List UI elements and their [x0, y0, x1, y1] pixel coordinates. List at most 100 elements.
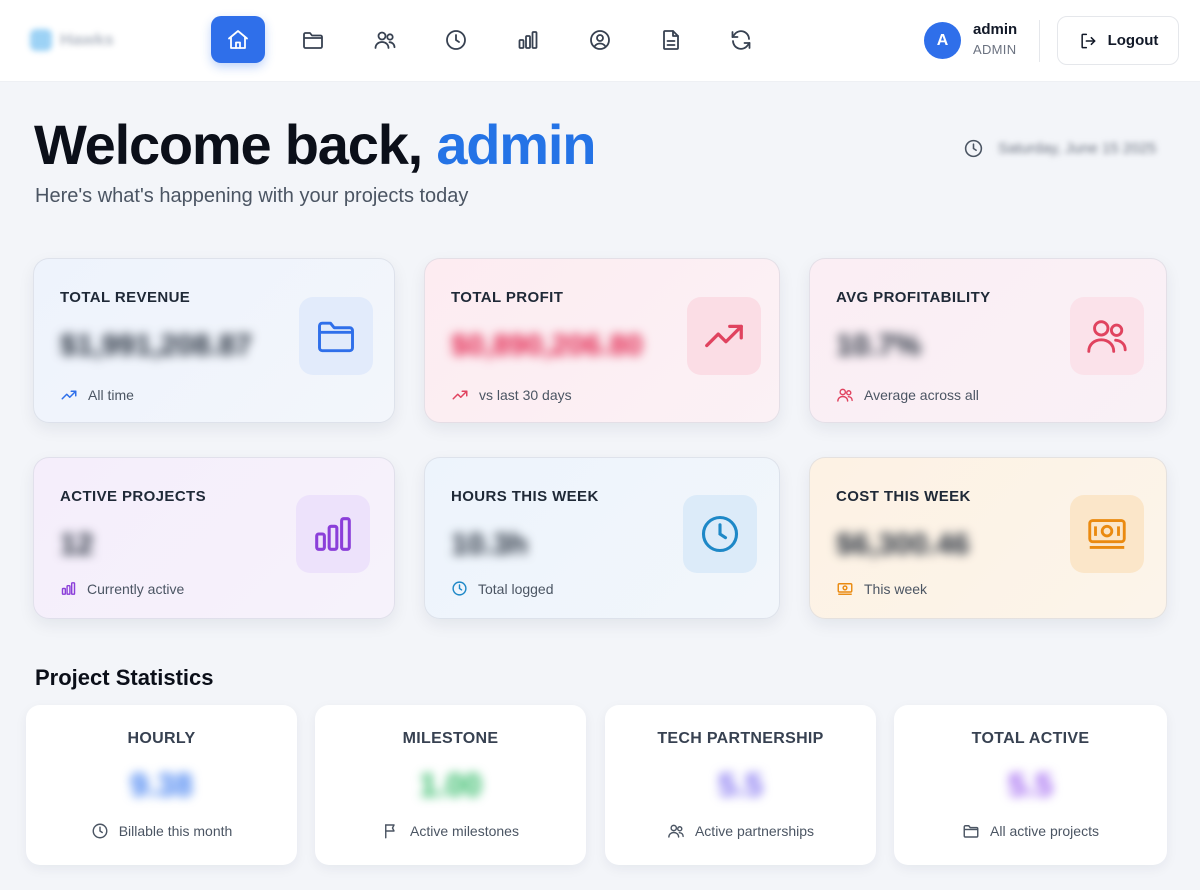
card-label: TOTAL PROFIT [451, 289, 564, 306]
stat-tile-value: 5.5 [718, 767, 763, 803]
stat-tile-footnote: Billable this month [26, 822, 297, 840]
clock-icon [701, 515, 739, 553]
stat-tile-title: MILESTONE [402, 730, 499, 747]
users-icon [1087, 320, 1127, 353]
document-icon [663, 29, 679, 50]
clock-icon [92, 823, 108, 839]
stat-tile-footnote-text: Active milestones [410, 823, 519, 839]
card-value: 12 [60, 528, 94, 561]
user-circle-icon [590, 29, 610, 50]
home-icon [228, 29, 248, 49]
stat-card-cost-this-week[interactable]: COST THIS WEEK $6,300.46 This week [809, 457, 1167, 619]
nav-reports-button[interactable] [501, 16, 555, 63]
stat-card-hours-this-week[interactable]: HOURS THIS WEEK 10.3h Total logged [424, 457, 780, 619]
nav-home-button[interactable] [211, 16, 265, 63]
card-footnote: Average across all [836, 386, 979, 404]
clock-icon [964, 139, 983, 158]
user-name: admin [973, 21, 1018, 38]
folder-icon [303, 31, 323, 49]
nav-users-button[interactable] [358, 16, 412, 63]
stat-tile-title: TECH PARTNERSHIP [657, 730, 824, 747]
folder-icon [318, 321, 354, 353]
trending-up-icon [61, 390, 77, 400]
page-subtitle: Here's what's happening with your projec… [35, 185, 469, 207]
logout-button[interactable]: Logout [1057, 16, 1179, 65]
card-footnote-text: Average across all [864, 387, 979, 403]
refresh-icon [731, 29, 751, 50]
card-footnote-text: Currently active [87, 580, 185, 597]
card-footnote: vs last 30 days [451, 386, 572, 404]
card-footnote: Currently active [60, 580, 184, 597]
nav-documents-button[interactable] [644, 16, 698, 63]
nav-sync-button[interactable] [714, 16, 768, 63]
card-icon-box [296, 495, 370, 573]
current-date: Saturday, June 15 2025 [963, 138, 1156, 159]
stat-tile-title: HOURLY [127, 730, 196, 747]
stat-tile-hourly[interactable]: HOURLY 9.38 Billable this month [26, 705, 297, 865]
trending-up-icon [452, 390, 468, 400]
card-icon-box [1070, 297, 1144, 375]
users-icon [837, 388, 853, 402]
card-label: COST THIS WEEK [836, 488, 971, 505]
card-value: 10.3h [451, 528, 528, 561]
nav-profile-button[interactable] [573, 16, 627, 63]
date-text: Saturday, June 15 2025 [998, 140, 1157, 157]
stat-tile-footnote-text: Billable this month [118, 823, 233, 839]
user-role: ADMIN [973, 42, 1017, 57]
card-label: HOURS THIS WEEK [451, 488, 599, 505]
flag-icon [385, 824, 395, 839]
stat-card-active-projects[interactable]: ACTIVE PROJECTS 12 Currently active [33, 457, 395, 619]
brand-name: Hawks [60, 30, 114, 49]
nav-projects-button[interactable] [286, 16, 340, 63]
card-value: $6,300.46 [836, 528, 970, 561]
top-navbar: Hawks A admin ADMIN Logout [0, 0, 1200, 82]
stat-tile-footnote: All active projects [894, 822, 1167, 840]
card-value: $0,890,206.80 [451, 329, 643, 362]
card-icon-box [683, 495, 757, 573]
user-avatar[interactable]: A [924, 22, 961, 59]
page-title: Welcome back, admin [34, 112, 596, 177]
stat-tile-value: 5.5 [1008, 767, 1053, 803]
section-title-project-statistics: Project Statistics [35, 665, 214, 690]
bar-chart-icon [61, 582, 76, 595]
logout-icon [1081, 33, 1096, 48]
stat-tile-footnote-text: All active projects [990, 823, 1099, 839]
card-icon-box [299, 297, 373, 375]
stat-tile-footnote: Active partnerships [605, 822, 876, 840]
card-value: 10.7% [836, 329, 922, 362]
stat-card-total-revenue[interactable]: TOTAL REVENUE $1,991,208.87 All time [33, 258, 395, 423]
card-footnote-text: Total logged [478, 580, 554, 597]
welcome-prefix: Welcome back, [34, 113, 437, 176]
bar-chart-icon [315, 517, 351, 551]
banknote-icon [1088, 519, 1126, 549]
stat-tile-tech-partnership[interactable]: TECH PARTNERSHIP 5.5 Active partnerships [605, 705, 876, 865]
card-value: $1,991,208.87 [60, 329, 252, 362]
card-icon-box [1070, 495, 1144, 573]
users-icon [374, 31, 396, 49]
trending-up-icon [705, 324, 743, 348]
stat-tile-title: TOTAL ACTIVE [971, 730, 1090, 747]
stat-tile-footnote: Active milestones [315, 822, 586, 840]
nav-time-button[interactable] [429, 16, 483, 63]
card-footnote-text: All time [88, 387, 134, 403]
users-icon [668, 824, 684, 838]
brand-logo[interactable]: Hawks [30, 28, 114, 52]
card-footnote-text: vs last 30 days [479, 387, 572, 403]
welcome-username: admin [436, 113, 596, 176]
stat-tile-milestone[interactable]: MILESTONE 1.00 Active milestones [315, 705, 586, 865]
stat-tile-footnote-text: Active partnerships [694, 823, 815, 839]
brand-mark-icon [30, 29, 52, 51]
folder-icon [963, 825, 979, 838]
stat-tile-value: 1.00 [419, 767, 482, 803]
card-label: ACTIVE PROJECTS [60, 488, 207, 505]
stat-card-total-profit[interactable]: TOTAL PROFIT $0,890,206.80 vs last 30 da… [424, 258, 780, 423]
logout-label: Logout [1107, 32, 1159, 49]
card-footnote: All time [60, 386, 134, 404]
banknote-icon [837, 583, 853, 595]
stat-tile-total-active[interactable]: TOTAL ACTIVE 5.5 All active projects [894, 705, 1167, 865]
card-icon-box [687, 297, 761, 375]
topbar-divider [1039, 20, 1040, 62]
stat-card-avg-profitability[interactable]: AVG PROFITABILITY 10.7% Average across a… [809, 258, 1167, 423]
clock-icon [446, 29, 466, 50]
clock-icon [452, 581, 467, 596]
